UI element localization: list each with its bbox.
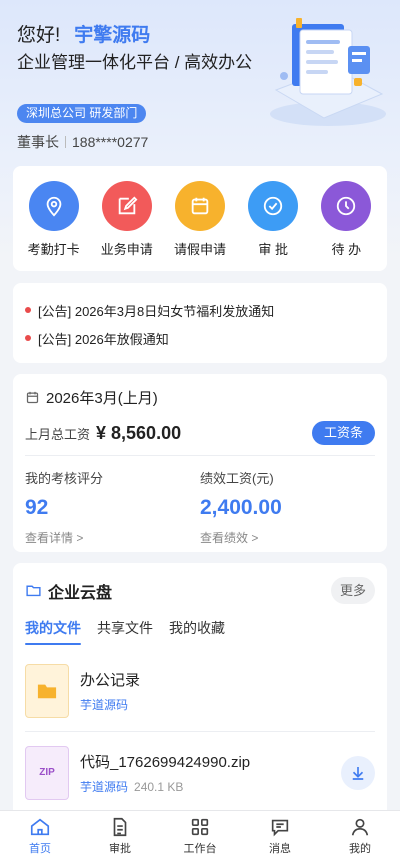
notice-dot [25, 335, 31, 341]
calendar-icon [26, 391, 39, 403]
performance-value: 2,400.00 [200, 496, 282, 519]
file-meta: 芋道源码 240.1 KB [80, 778, 341, 795]
action-label: 请假申请 [173, 242, 226, 257]
quick-actions: 考勤打卡 业务申请 请假申请 审 批 待 办 [13, 166, 387, 271]
notice-item[interactable]: [公告] 2026年放假通知 [25, 324, 375, 352]
tab-my-files[interactable]: 我的文件 [25, 618, 81, 645]
cloud-disk-card: 企业云盘 更多 我的文件 共享文件 我的收藏 办公记录 芋道源码 ZIP 代码_… [13, 563, 387, 823]
folder-icon [25, 663, 69, 718]
platform-subtitle: 企业管理一体化平台 / 高效办公 [17, 53, 253, 72]
user-role: 董事长 [17, 134, 59, 150]
office-illustration [270, 18, 386, 126]
file-row[interactable]: 办公记录 芋道源码 [25, 650, 375, 732]
action-approval[interactable]: 审 批 [239, 181, 307, 271]
nav-workbench[interactable]: 工作台 [160, 811, 240, 861]
cloud-tabs: 我的文件 共享文件 我的收藏 [25, 618, 375, 645]
performance-details-link[interactable]: 查看绩效 > [200, 529, 370, 546]
score-details-link[interactable]: 查看详情 > [25, 529, 195, 546]
file-size: 240.1 KB [134, 779, 184, 794]
score-stat: 我的考核评分 92 查看详情 > [25, 468, 195, 546]
home-icon [30, 818, 50, 836]
file-row[interactable]: ZIP 代码_1762699424990.zip 芋道源码 240.1 KB [25, 732, 375, 814]
grid-icon [191, 818, 209, 836]
action-label: 审 批 [258, 242, 288, 257]
action-label: 业务申请 [100, 242, 153, 257]
nav-label: 我的 [349, 843, 371, 855]
performance-stat: 绩效工资(元) 2,400.00 查看绩效 > [200, 468, 370, 546]
user-icon [351, 818, 369, 836]
period-text: 2026年3月(上月) [46, 389, 158, 407]
file-info: 办公记录 芋道源码 [80, 669, 375, 713]
user-info: 董事长 188****0277 [17, 132, 148, 152]
calendar-icon [174, 181, 225, 231]
tab-favorites[interactable]: 我的收藏 [169, 618, 225, 642]
notice-item[interactable]: [公告] 2026年3月8日妇女节福利发放通知 [25, 296, 375, 324]
edit-icon [101, 181, 152, 231]
nav-profile[interactable]: 我的 [320, 811, 400, 861]
notice-text: [公告] 2026年3月8日妇女节福利发放通知 [38, 303, 275, 319]
cloud-header: 企业云盘 更多 [25, 577, 375, 604]
file-info: 代码_1762699424990.zip 芋道源码 240.1 KB [80, 751, 341, 795]
profile-header: 您好! 宇擎源码 企业管理一体化平台 / 高效办公 深圳总公司 研发部门 董事长 1… [0, 0, 400, 165]
zip-icon: ZIP [25, 745, 69, 800]
action-label: 考勤打卡 [27, 242, 80, 257]
notice-text: [公告] 2026年放假通知 [38, 331, 169, 347]
notice-dot [25, 307, 31, 313]
download-icon [352, 766, 364, 780]
file-name: 代码_1762699424990.zip [80, 753, 251, 771]
score-label: 我的考核评分 [25, 471, 104, 486]
more-button[interactable]: 更多 [330, 577, 375, 604]
clock-icon [321, 181, 372, 231]
folder-icon [26, 585, 41, 597]
brand-name: 宇擎源码 [74, 25, 151, 46]
nav-approval[interactable]: 审批 [80, 811, 160, 861]
greeting-text: 您好! [17, 25, 61, 46]
total-salary-row: 上月总工资 ¥ 8,560.00 工资条 [25, 420, 375, 446]
action-label: 待 办 [331, 242, 362, 257]
divider [25, 455, 375, 456]
location-pin-icon [28, 181, 79, 231]
message-icon [271, 819, 289, 837]
salary-slip-button[interactable]: 工资条 [311, 421, 375, 445]
nav-label: 首页 [29, 843, 51, 855]
nav-home[interactable]: 首页 [0, 811, 80, 861]
file-owner: 芋道源码 [80, 697, 129, 712]
action-leave-request[interactable]: 请假申请 [166, 181, 234, 271]
salary-card: 2026年3月(上月) 上月总工资 ¥ 8,560.00 工资条 我的考核评分 … [13, 374, 387, 552]
zip-badge: ZIP [39, 767, 55, 778]
department-badge: 深圳总公司 研发部门 [17, 104, 147, 123]
performance-label: 绩效工资(元) [200, 471, 274, 486]
bottom-tab-bar: 首页 审批 工作台 消息 我的 [0, 810, 400, 861]
total-salary-value: ¥ 8,560.00 [96, 422, 182, 443]
file-owner: 芋道源码 [80, 779, 129, 794]
action-attendance[interactable]: 考勤打卡 [20, 181, 88, 271]
total-salary-label: 上月总工资 [25, 426, 91, 442]
notice-list: [公告] 2026年3月8日妇女节福利发放通知 [公告] 2026年放假通知 [13, 283, 387, 363]
cloud-title: 企业云盘 [48, 584, 113, 602]
nav-messages[interactable]: 消息 [240, 811, 320, 861]
check-circle-icon [248, 181, 299, 231]
greeting: 您好! 宇擎源码 [17, 20, 150, 47]
user-phone: 188****0277 [72, 134, 149, 150]
nav-label: 消息 [269, 843, 291, 855]
nav-label: 审批 [109, 843, 131, 855]
score-value: 92 [25, 496, 49, 519]
document-icon [113, 817, 127, 837]
salary-period: 2026年3月(上月) [25, 387, 375, 407]
nav-label: 工作台 [183, 843, 217, 855]
file-meta: 芋道源码 [80, 696, 375, 713]
file-name: 办公记录 [80, 671, 141, 689]
tab-shared-files[interactable]: 共享文件 [97, 618, 153, 642]
divider [65, 136, 66, 148]
action-todo[interactable]: 待 办 [312, 181, 380, 271]
download-button[interactable] [341, 755, 375, 790]
action-business-request[interactable]: 业务申请 [93, 181, 161, 271]
